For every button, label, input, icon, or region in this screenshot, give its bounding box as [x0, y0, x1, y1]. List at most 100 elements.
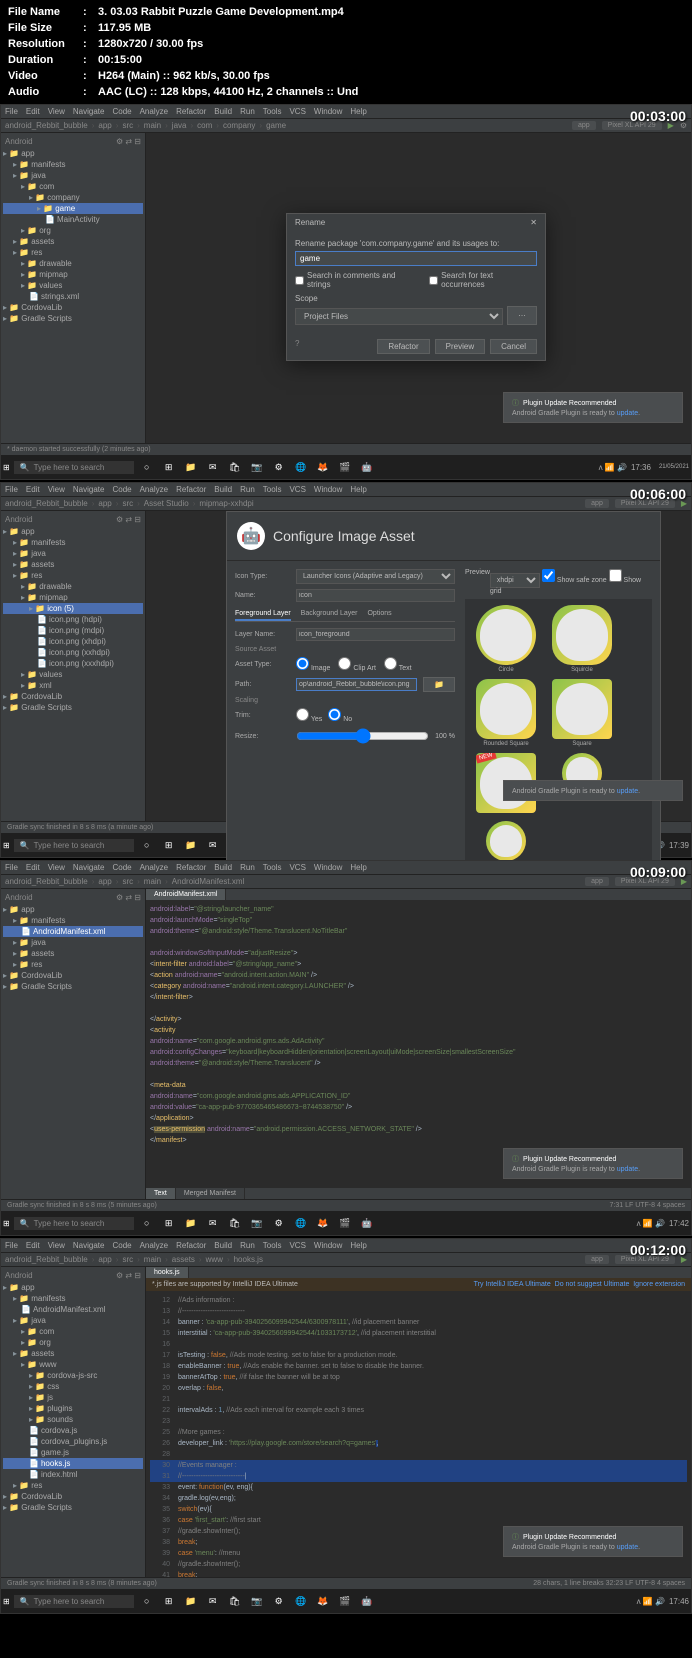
tree-item[interactable]: ▸ 📁 manifests [3, 1293, 143, 1304]
menu-view[interactable]: View [48, 107, 65, 116]
tree-item[interactable]: ▸ 📁 Gradle Scripts [3, 981, 143, 992]
tree-item[interactable]: ▸ 📁 cordova-js-src [3, 1370, 143, 1381]
tree-item[interactable]: 📄 cordova.js [3, 1425, 143, 1436]
tree-item[interactable]: 📄 icon.png (hdpi) [3, 614, 143, 625]
help-icon[interactable]: ? [295, 339, 299, 354]
menu-file[interactable]: File [5, 1241, 18, 1250]
menu-build[interactable]: Build [214, 1241, 232, 1250]
menu-help[interactable]: Help [350, 1241, 366, 1250]
tree-item[interactable]: ▸ 📁 Gradle Scripts [3, 313, 143, 324]
tree-item[interactable]: 📄 game.js [3, 1447, 143, 1458]
menu-help[interactable]: Help [350, 485, 366, 494]
tree-item[interactable]: ▸ 📁 www [3, 1359, 143, 1370]
menu-vcs[interactable]: VCS [289, 485, 305, 494]
menu-build[interactable]: Build [214, 863, 232, 872]
cancel-button[interactable]: Cancel [490, 339, 537, 354]
tree-item[interactable]: ▸ 📁 CordovaLib [3, 970, 143, 981]
tree-item[interactable]: ▸ 📁 res [3, 570, 143, 581]
tree-item[interactable]: ▸ 📁 icon (5) [3, 603, 143, 614]
tree-item[interactable]: ▸ 📁 values [3, 280, 143, 291]
menu-view[interactable]: View [48, 1241, 65, 1250]
menu-analyze[interactable]: Analyze [140, 485, 168, 494]
menu-tools[interactable]: Tools [263, 863, 282, 872]
menu-navigate[interactable]: Navigate [73, 107, 105, 116]
menu-analyze[interactable]: Analyze [140, 863, 168, 872]
tree-item[interactable]: ▸ 📁 com [3, 1326, 143, 1337]
tree-item[interactable]: 📄 MainActivity [3, 214, 143, 225]
menu-help[interactable]: Help [350, 863, 366, 872]
menu-view[interactable]: View [48, 485, 65, 494]
tree-item[interactable]: ▸ 📁 assets [3, 948, 143, 959]
menu-run[interactable]: Run [240, 1241, 255, 1250]
menu-edit[interactable]: Edit [26, 863, 40, 872]
menu-code[interactable]: Code [112, 863, 131, 872]
menu-window[interactable]: Window [314, 1241, 342, 1250]
menu-file[interactable]: File [5, 485, 18, 494]
tree-item[interactable]: ▸ 📁 res [3, 247, 143, 258]
tree-item[interactable]: ▸ 📁 CordovaLib [3, 302, 143, 313]
scope-select[interactable]: Project Files [295, 308, 503, 325]
menu-window[interactable]: Window [314, 485, 342, 494]
tree-item[interactable]: ▸ 📁 java [3, 170, 143, 181]
preview-button[interactable]: Preview [435, 339, 485, 354]
menu-code[interactable]: Code [112, 1241, 131, 1250]
tree-item[interactable]: 📄 cordova_plugins.js [3, 1436, 143, 1447]
tree-item[interactable]: 📄 index.html [3, 1469, 143, 1480]
menu-vcs[interactable]: VCS [289, 863, 305, 872]
tree-item[interactable]: ▸ 📁 drawable [3, 581, 143, 592]
menu-refactor[interactable]: Refactor [176, 1241, 206, 1250]
tree-item[interactable]: 📄 icon.png (xhdpi) [3, 636, 143, 647]
tree-item[interactable]: ▸ 📁 mipmap [3, 592, 143, 603]
tree-item[interactable]: 📄 icon.png (mdpi) [3, 625, 143, 636]
tree-item[interactable]: ▸ 📁 app [3, 904, 143, 915]
menu-build[interactable]: Build [214, 107, 232, 116]
tree-item[interactable]: ▸ 📁 assets [3, 236, 143, 247]
tree-item[interactable]: ▸ 📁 xml [3, 680, 143, 691]
tree-item[interactable]: ▸ 📁 company [3, 192, 143, 203]
menu-help[interactable]: Help [350, 107, 366, 116]
menu-run[interactable]: Run [240, 107, 255, 116]
rename-input[interactable] [295, 251, 537, 266]
tree-item[interactable]: 📄 icon.png (xxxhdpi) [3, 658, 143, 669]
menu-edit[interactable]: Edit [26, 1241, 40, 1250]
menu-analyze[interactable]: Analyze [140, 107, 168, 116]
tree-item[interactable]: ▸ 📁 sounds [3, 1414, 143, 1425]
menu-window[interactable]: Window [314, 863, 342, 872]
menu-view[interactable]: View [48, 863, 65, 872]
tree-item[interactable]: ▸ 📁 org [3, 1337, 143, 1348]
tree-item[interactable]: ▸ 📁 CordovaLib [3, 1491, 143, 1502]
refactor-button[interactable]: Refactor [377, 339, 429, 354]
menu-navigate[interactable]: Navigate [73, 1241, 105, 1250]
close-icon[interactable]: ✕ [530, 218, 537, 227]
menu-edit[interactable]: Edit [26, 107, 40, 116]
tree-item[interactable]: ▸ 📁 manifests [3, 159, 143, 170]
menu-vcs[interactable]: VCS [289, 107, 305, 116]
menu-edit[interactable]: Edit [26, 485, 40, 494]
tree-item[interactable]: ▸ 📁 java [3, 548, 143, 559]
menu-navigate[interactable]: Navigate [73, 863, 105, 872]
tree-item[interactable]: 📄 AndroidManifest.xml [3, 1304, 143, 1315]
menu-code[interactable]: Code [112, 107, 131, 116]
tree-item[interactable]: ▸ 📁 app [3, 1282, 143, 1293]
menu-refactor[interactable]: Refactor [176, 107, 206, 116]
menu-code[interactable]: Code [112, 485, 131, 494]
menu-navigate[interactable]: Navigate [73, 485, 105, 494]
name-input[interactable] [296, 589, 455, 602]
tree-item[interactable]: ▸ 📁 drawable [3, 258, 143, 269]
editor-tab[interactable]: AndroidManifest.xml [146, 889, 226, 900]
menu-analyze[interactable]: Analyze [140, 1241, 168, 1250]
tree-item[interactable]: 📄 AndroidManifest.xml [3, 926, 143, 937]
menu-run[interactable]: Run [240, 485, 255, 494]
run-config[interactable]: app [572, 121, 596, 130]
tree-item[interactable]: ▸ 📁 manifests [3, 915, 143, 926]
tree-item[interactable]: ▸ 📁 mipmap [3, 269, 143, 280]
taskbar-search[interactable]: 🔍 Type here to search [14, 461, 134, 474]
tree-item[interactable]: ▸ 📁 CordovaLib [3, 691, 143, 702]
menu-build[interactable]: Build [214, 485, 232, 494]
tree-item[interactable]: ▸ 📁 assets [3, 1348, 143, 1359]
tree-item[interactable]: ▸ 📁 Gradle Scripts [3, 702, 143, 713]
tree-item[interactable]: ▸ 📁 game [3, 203, 143, 214]
tree-item[interactable]: ▸ 📁 assets [3, 559, 143, 570]
code-editor[interactable]: android:label="@string/launcher_name" an… [146, 900, 691, 1188]
menu-tools[interactable]: Tools [263, 1241, 282, 1250]
